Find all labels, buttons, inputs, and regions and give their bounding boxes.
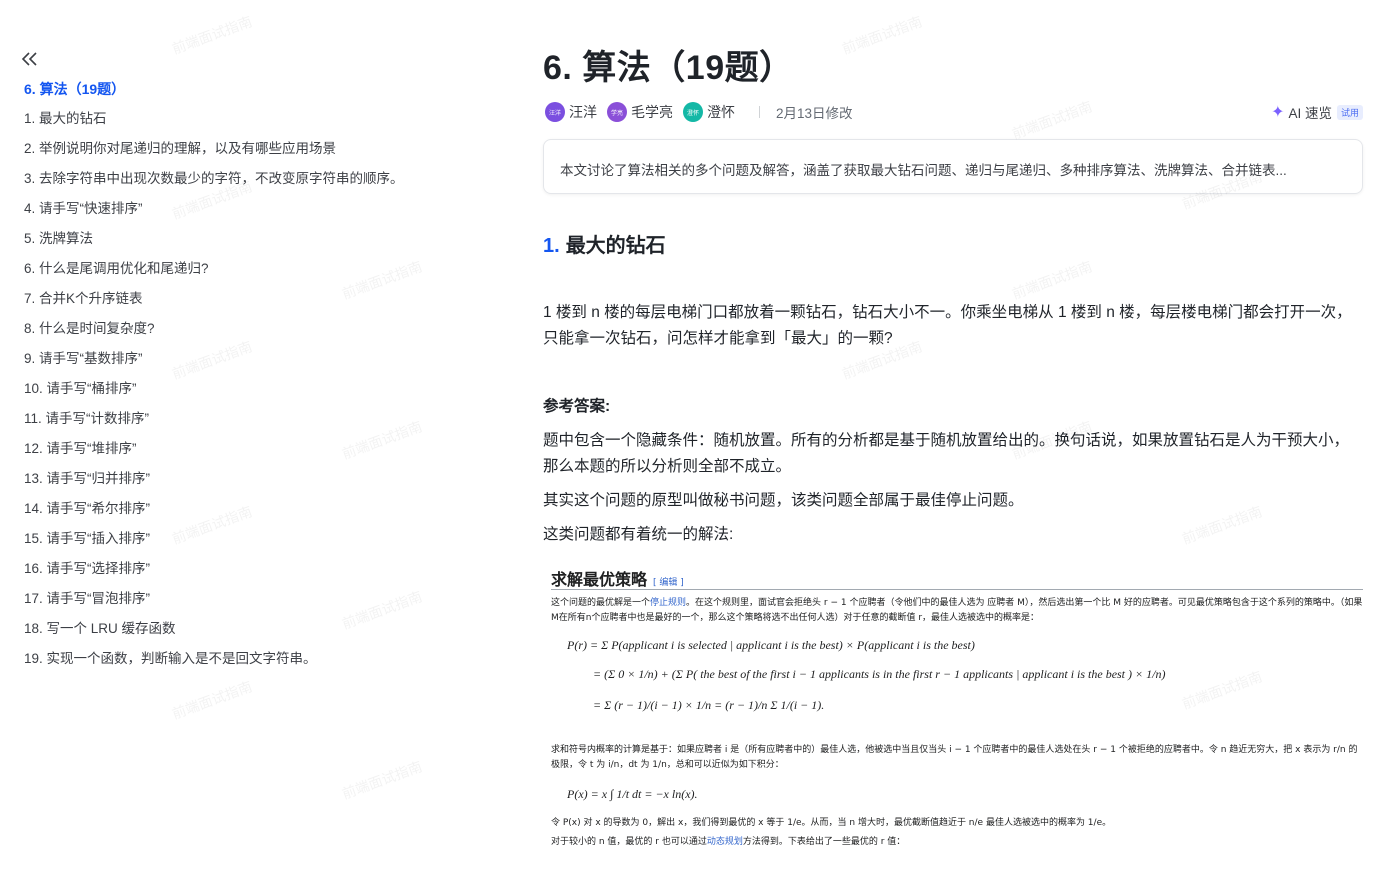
collapse-sidebar-icon[interactable] <box>20 49 40 69</box>
wiki-paragraph: 令 P(x) 对 x 的导数为 0，解出 x，我们得到最优的 x 等于 1/e。… <box>551 818 1112 828</box>
toc-item[interactable]: 19. 实现一个函数，判断输入是不是回文字符串。 <box>24 648 464 678</box>
ai-summary-button[interactable]: ✦ AI 速览 试用 <box>1271 102 1363 122</box>
section-number: 1. <box>543 235 560 257</box>
trial-badge: 试用 <box>1336 104 1363 120</box>
avatar: 汪洋 <box>545 102 565 122</box>
toc-item[interactable]: 7. 合并K个升序链表 <box>24 288 464 318</box>
answer-paragraph: 其实这个问题的原型叫做秘书问题，该类问题全部属于最佳停止问题。 <box>543 492 1024 509</box>
formula: = (Σ 0 × 1/n) + (Σ P( the best of the fi… <box>593 667 1166 681</box>
author[interactable]: 汪洋 汪洋 <box>545 102 597 122</box>
embedded-wiki-image: 求解最优策略 [ 编辑 ] 这个问题的最优解是一个停止规则。在这个规则里，面试官会… <box>551 566 1363 885</box>
wiki-text: 方法得到。下表给出了一些最优的 r 值： <box>742 837 906 847</box>
wiki-link: 动态规划 <box>706 837 743 847</box>
wiki-paragraph: 这个问题的最优解是一个停止规则。在这个规则里，面试官会拒绝头 r − 1 个应聘… <box>551 596 1363 626</box>
toc-item[interactable]: 3. 去除字符串中出现次数最少的字符，不改变原字符串的顺序。 <box>24 168 464 198</box>
toc-item[interactable]: 9. 请手写“基数排序” <box>24 348 464 378</box>
wiki-paragraph: 求和符号内概率的计算是基于：如果应聘者 i 是（所有应聘者中的）最佳人选，他被选… <box>551 745 1358 770</box>
toc-item[interactable]: 16. 请手写“选择排序” <box>24 558 464 588</box>
section-title: 最大的钻石 <box>565 235 666 257</box>
page-title: 6. 算法（19题） <box>543 49 794 87</box>
answer-paragraph: 题中包含一个隐藏条件：随机放置。所有的分析都是基于随机放置给出的。换句话说，如果… <box>543 432 1350 475</box>
toc-sidebar: 6. 算法（19题） 1. 最大的钻石 2. 举例说明你对尾递归的理解，以及有哪… <box>0 0 470 885</box>
wiki-text: 这个问题的最优解是一个 <box>551 598 651 608</box>
author-name: 毛学亮 <box>631 104 673 120</box>
scrollbar[interactable] <box>1369 0 1377 885</box>
toc-item[interactable]: 15. 请手写“插入排序” <box>24 528 464 558</box>
toc-item[interactable]: 12. 请手写“堆排序” <box>24 438 464 468</box>
author[interactable]: 澄怀 澄怀 <box>683 102 735 122</box>
section-heading: 1. 最大的钻石 <box>543 229 666 258</box>
author-name: 汪洋 <box>569 104 597 120</box>
toc-item-title[interactable]: 6. 算法（19题） <box>24 78 464 108</box>
author-name: 澄怀 <box>707 104 735 120</box>
ai-summary-box[interactable]: 本文讨论了算法相关的多个问题及解答，涵盖了获取最大钻石问题、递归与尾递归、多种排… <box>543 139 1363 194</box>
wiki-heading-text: 求解最优策略 <box>551 572 648 589</box>
toc-item[interactable]: 6. 什么是尾调用优化和尾递归? <box>24 258 464 288</box>
divider <box>759 106 760 118</box>
toc-item[interactable]: 1. 最大的钻石 <box>24 108 464 138</box>
wiki-edit-link: [ 编辑 ] <box>653 578 684 588</box>
sparkle-icon: ✦ <box>1271 104 1285 121</box>
avatar: 学亮 <box>607 102 627 122</box>
toc-item[interactable]: 4. 请手写“快速排序” <box>24 198 464 228</box>
toc-item[interactable]: 2. 举例说明你对尾递归的理解，以及有哪些应用场景 <box>24 138 464 168</box>
formula: P(x) = x ∫ 1/t dt = −x ln(x). <box>567 787 698 801</box>
answer-paragraph: 这类问题都有着统一的解法: <box>543 526 734 543</box>
avatar: 澄怀 <box>683 102 703 122</box>
wiki-link: 停止规则 <box>650 598 687 608</box>
doc-meta: 汪洋 汪洋 学亮 毛学亮 澄怀 澄怀 2月13日修改 ✦ AI 速览 试用 <box>545 100 1363 124</box>
toc-item[interactable]: 17. 请手写“冒泡排序” <box>24 588 464 618</box>
document-body: 6. 算法（19题） 汪洋 汪洋 学亮 毛学亮 澄怀 澄怀 2月13日修改 ✦ … <box>543 0 1363 885</box>
toc-item[interactable]: 10. 请手写“桶排序” <box>24 378 464 408</box>
wiki-paragraph: 对于较小的 n 值，最优的 r 也可以通过动态规划方法得到。下表给出了一些最优的… <box>551 835 1363 850</box>
formula: = Σ (r − 1)/(i − 1) × 1/n = (r − 1)/n Σ … <box>593 698 825 712</box>
toc-item[interactable]: 18. 写一个 LRU 缓存函数 <box>24 618 464 648</box>
wiki-text: 对于较小的 n 值，最优的 r 也可以通过 <box>551 837 707 847</box>
toc-item[interactable]: 14. 请手写“希尔排序” <box>24 498 464 528</box>
toc-item[interactable]: 11. 请手写“计数排序” <box>24 408 464 438</box>
modified-time: 2月13日修改 <box>776 106 853 121</box>
ai-summary-label: AI 速览 <box>1288 106 1332 121</box>
toc-item[interactable]: 8. 什么是时间复杂度? <box>24 318 464 348</box>
toc-item[interactable]: 13. 请手写“归并排序” <box>24 468 464 498</box>
author[interactable]: 学亮 毛学亮 <box>607 102 673 122</box>
reference-answer-label: 参考答案: <box>543 398 611 415</box>
toc-list: 6. 算法（19题） 1. 最大的钻石 2. 举例说明你对尾递归的理解，以及有哪… <box>24 78 464 678</box>
toc-item[interactable]: 5. 洗牌算法 <box>24 228 464 258</box>
formula: P(r) = Σ P(applicant i is selected | app… <box>567 638 975 652</box>
question-paragraph: 1 楼到 n 楼的每层电梯门口都放着一颗钻石，钻石大小不一。你乘坐电梯从 1 楼… <box>543 304 1352 347</box>
wiki-heading: 求解最优策略 [ 编辑 ] <box>551 566 1363 590</box>
